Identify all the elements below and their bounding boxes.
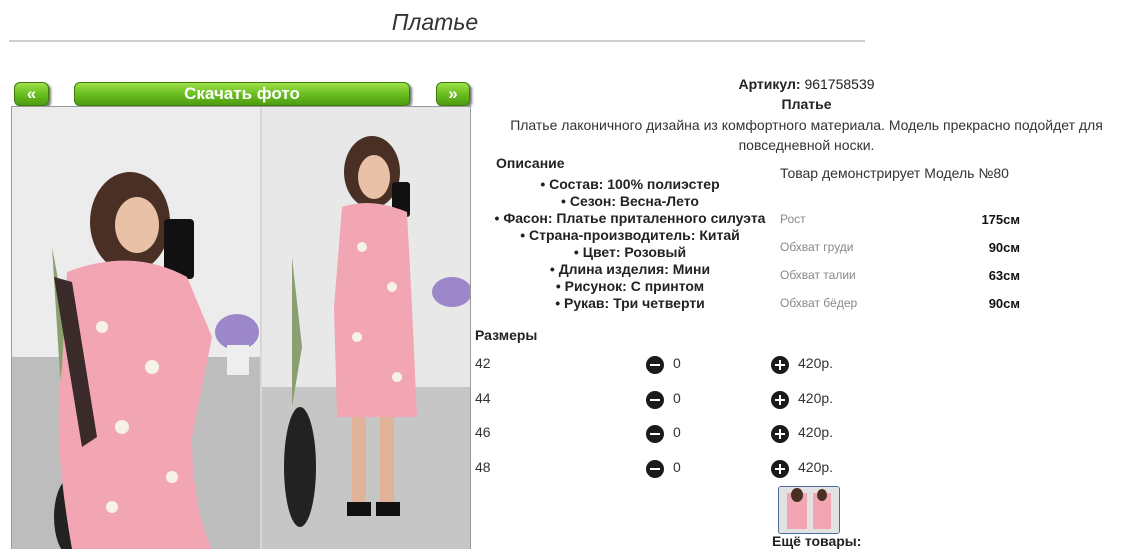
size-label: 46 [475,424,491,440]
plus-icon[interactable] [771,356,789,374]
title-divider [9,40,865,42]
plus-icon[interactable] [771,425,789,443]
measurement-row: Рост 175см [780,205,1020,233]
property-item: Рисунок: С принтом [480,278,780,295]
product-description: Платье лаконичного дизайна из комфортног… [510,117,1103,153]
more-products-label: Ещё товары: [772,533,862,549]
article-number: 961758539 [804,76,875,92]
download-photo-button[interactable]: Скачать фото [74,82,410,106]
article-line: Артикул: 961758539 [480,76,1131,92]
measurement-row: Обхват талии 63см [780,261,1020,289]
plus-icon[interactable] [771,460,789,478]
product-photo-1[interactable] [12,107,260,549]
quantity-value: 0 [673,459,681,475]
minus-icon[interactable] [646,425,664,443]
prev-photo-button[interactable]: « [14,82,49,106]
property-item: Цвет: Розовый [480,244,780,261]
model-measurements: Рост 175см Обхват груди 90см Обхват тали… [780,205,1020,317]
size-label: 48 [475,459,491,475]
model-caption: Товар демонстрирует Модель №80 [780,165,1009,181]
price-value: 420р. [798,390,834,406]
size-label: 42 [475,355,491,371]
size-row: 42 0 420р. [475,355,855,375]
minus-icon[interactable] [646,356,664,374]
measurement-value: 175см [981,211,1020,227]
measurement-label: Обхват талии [780,268,856,282]
measurement-label: Обхват бёдер [780,296,858,310]
property-item: Рукав: Три четверти [480,295,780,312]
measurement-row: Обхват груди 90см [780,233,1020,261]
property-item: Длина изделия: Мини [480,261,780,278]
quantity-value: 0 [673,355,681,371]
photo-thumbnail[interactable] [778,486,840,534]
size-row: 48 0 420р. [475,459,855,479]
measurement-value: 90см [988,239,1020,255]
sizes-heading: Размеры [475,327,538,343]
size-row: 44 0 420р. [475,390,855,410]
next-photo-button[interactable]: » [436,82,470,106]
price-value: 420р. [798,355,834,371]
property-item: Сезон: Весна-Лето [480,193,780,210]
article-label: Артикул: [738,76,801,92]
product-photo-2[interactable] [262,107,470,549]
price-value: 420р. [798,424,834,440]
price-value: 420р. [798,459,834,475]
page-title: Платье [391,9,479,35]
measurement-row: Обхват бёдер 90см [780,289,1020,317]
size-row: 46 0 420р. [475,424,855,444]
property-list: Состав: 100% полиэстер Сезон: Весна-Лето… [480,176,780,312]
minus-icon[interactable] [646,391,664,409]
plus-icon[interactable] [771,391,789,409]
product-name: Платье [781,96,832,112]
size-label: 44 [475,390,491,406]
quantity-value: 0 [673,390,681,406]
property-item: Фасон: Платье приталенного силуэта [480,210,780,227]
minus-icon[interactable] [646,460,664,478]
quantity-value: 0 [673,424,681,440]
property-item: Состав: 100% полиэстер [480,176,780,193]
measurement-label: Рост [780,212,806,226]
property-item: Страна-производитель: Китай [480,227,780,244]
photo-gallery [11,106,471,549]
measurement-value: 63см [988,267,1020,283]
measurement-label: Обхват груди [780,240,854,254]
measurement-value: 90см [988,295,1020,311]
description-heading: Описание [496,155,565,171]
